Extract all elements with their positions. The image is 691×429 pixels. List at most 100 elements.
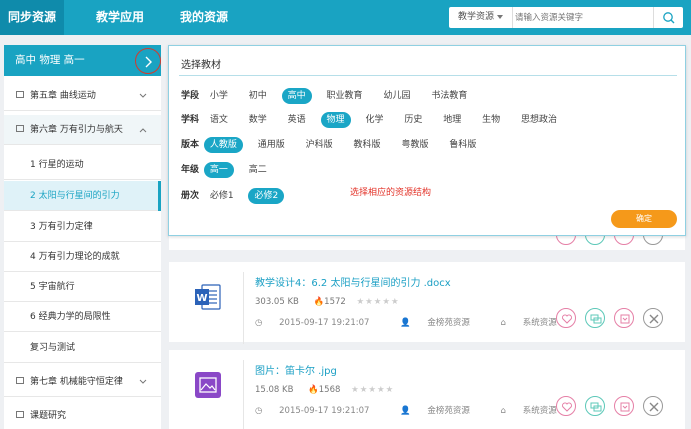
sidebar-section-2[interactable]: 2 太阳与行星间的引力 [4, 181, 161, 211]
chapter-label: 第五章 曲线运动 [30, 91, 96, 101]
confirm-button[interactable]: 确定 [611, 210, 677, 228]
resource-info: ◷ 2015-09-17 19:21:07 👤 金榜苑资源 ⌂ 系统资源 [255, 404, 585, 416]
resource-meta: 303.05 KB 🔥1572 ★★★★★ [255, 297, 400, 307]
chapter-label: 第六章 万有引力与航天 [30, 125, 123, 135]
sidebar-chapter-5[interactable]: 第五章 曲线运动 [4, 81, 161, 111]
upload-date-item: ◷ 2015-09-17 19:21:07 [255, 318, 383, 328]
current-textbook-label: 高中 物理 高一 [15, 54, 85, 66]
share-icon[interactable] [643, 396, 663, 416]
download-icon[interactable] [614, 308, 634, 328]
search-category-label: 教学资源 [457, 12, 494, 22]
option-primary[interactable]: 小学 [204, 88, 234, 104]
divider [243, 360, 244, 429]
search-button[interactable] [653, 7, 683, 28]
share-icon[interactable] [643, 308, 663, 328]
chevron-down-icon [497, 14, 503, 19]
open-picker-button[interactable] [135, 48, 161, 74]
option-pep[interactable]: 人教版 [203, 137, 243, 153]
document-icon [16, 411, 24, 418]
resource-meta: 15.08 KB 🔥1568 ★★★★★ [255, 385, 394, 395]
resource-title[interactable]: 图片：笛卡尔 .jpg [255, 362, 337, 377]
word-file-icon: W [195, 284, 221, 310]
option-grade-2[interactable]: 高二 [243, 162, 273, 178]
resource-title[interactable]: 教学设计4：6.2 太阳与行星间的引力 .docx [255, 274, 451, 289]
option-junior[interactable]: 初中 [243, 88, 273, 104]
resource-author: 金榜苑资源 [427, 406, 470, 416]
option-general[interactable]: 通用版 [252, 137, 291, 153]
chevron-right-icon [145, 56, 152, 68]
option-geography[interactable]: 地理 [437, 112, 467, 128]
option-hk[interactable]: 沪科版 [300, 137, 339, 153]
option-politics[interactable]: 思想政治 [515, 112, 563, 128]
picker-title: 选择教材 [181, 60, 221, 71]
divider [243, 272, 244, 344]
document-icon [16, 125, 24, 132]
section-label: 5 宇宙航行 [30, 282, 75, 292]
option-chemistry[interactable]: 化学 [359, 112, 389, 128]
tab-sync-resources[interactable]: 同步资源 [0, 0, 65, 35]
option-yj[interactable]: 粤教版 [395, 137, 434, 153]
section-label: 4 万有引力理论的成就 [30, 252, 120, 262]
tab-my-resources[interactable]: 我的资源 [172, 0, 236, 35]
option-senior[interactable]: 高中 [281, 88, 312, 104]
comment-icon[interactable] [585, 396, 605, 416]
option-vocational[interactable]: 职业教育 [321, 88, 369, 104]
option-history[interactable]: 历史 [398, 112, 428, 128]
search-category-select[interactable]: 教学资源 [449, 7, 513, 28]
card-actions [547, 308, 663, 328]
option-english[interactable]: 英语 [282, 112, 312, 128]
option-chinese[interactable]: 语文 [204, 112, 234, 128]
resource-card[interactable]: W 教学设计4：6.2 太阳与行星间的引力 .docx 303.05 KB 🔥1… [169, 262, 685, 344]
option-grade-1[interactable]: 高一 [203, 162, 234, 178]
section-label: 2 太阳与行星间的引力 [30, 191, 120, 201]
option-jk[interactable]: 教科版 [348, 137, 387, 153]
option-biology[interactable]: 生物 [476, 112, 506, 128]
user-icon: 👤 [400, 406, 411, 416]
picker-hint: 选择相应的资源结构 [350, 188, 432, 198]
option-required-2[interactable]: 必修2 [248, 188, 285, 204]
option-math[interactable]: 数学 [243, 112, 273, 128]
clock-icon: ◷ [255, 406, 263, 416]
sidebar-section-6[interactable]: 6 经典力学的局限性 [4, 302, 161, 332]
fire-icon: 🔥 [308, 385, 319, 395]
upload-date: 2015-09-17 19:21:07 [279, 406, 370, 416]
top-nav-bar: 同步资源 教学应用 我的资源 教学资源 [0, 0, 691, 35]
option-kindergarten[interactable]: 幼儿园 [377, 88, 416, 104]
sidebar-chapter-7[interactable]: 第七章 机械能守恒定律 [4, 367, 161, 397]
option-calligraphy[interactable]: 书法教育 [425, 88, 473, 104]
option-lk[interactable]: 鲁科版 [443, 137, 482, 153]
document-icon [16, 377, 24, 384]
search-icon [663, 12, 675, 24]
chapter-label: 第七章 机械能守恒定律 [30, 377, 123, 387]
picker-row-grade: 年级 高一 高二 [181, 162, 279, 178]
picker-row-volume: 册次 必修1 必修2 [181, 188, 290, 204]
favorite-icon[interactable] [556, 308, 576, 328]
row-label: 学科 [181, 115, 200, 125]
sidebar-section-5[interactable]: 5 宇宙航行 [4, 272, 161, 302]
option-required-1[interactable]: 必修1 [204, 188, 240, 204]
resource-card[interactable]: 图片：笛卡尔 .jpg 15.08 KB 🔥1568 ★★★★★ ◷ 2015-… [169, 350, 685, 429]
sidebar-section-1[interactable]: 1 行星的运动 [4, 150, 161, 180]
fire-icon: 🔥 [313, 297, 325, 307]
sidebar-chapter-6[interactable]: 第六章 万有引力与航天 [4, 115, 161, 145]
sidebar-topic-research[interactable]: 课题研究 [4, 401, 161, 429]
download-icon[interactable] [614, 396, 634, 416]
search-input[interactable] [515, 9, 645, 26]
tab-teaching-apps[interactable]: 教学应用 [88, 0, 152, 35]
sidebar-section-review[interactable]: 复习与测试 [4, 333, 161, 363]
row-label: 年级 [181, 165, 200, 175]
row-label: 册次 [181, 191, 200, 201]
download-count: 1572 [324, 297, 346, 307]
clock-icon: ◷ [255, 318, 263, 328]
rating-stars[interactable]: ★★★★★ [351, 385, 394, 395]
option-physics[interactable]: 物理 [320, 112, 351, 128]
sidebar-section-3[interactable]: 3 万有引力定律 [4, 212, 161, 242]
sidebar-section-4[interactable]: 4 万有引力理论的成就 [4, 242, 161, 272]
favorite-icon[interactable] [556, 396, 576, 416]
section-label: 6 经典力学的局限性 [30, 312, 111, 322]
textbook-selector[interactable]: 高中 物理 高一 [4, 45, 161, 76]
comment-icon[interactable] [585, 308, 605, 328]
author-item: 👤 金榜苑资源 [400, 406, 484, 416]
rating-stars[interactable]: ★★★★★ [357, 297, 400, 307]
home-icon: ⌂ [500, 318, 507, 328]
